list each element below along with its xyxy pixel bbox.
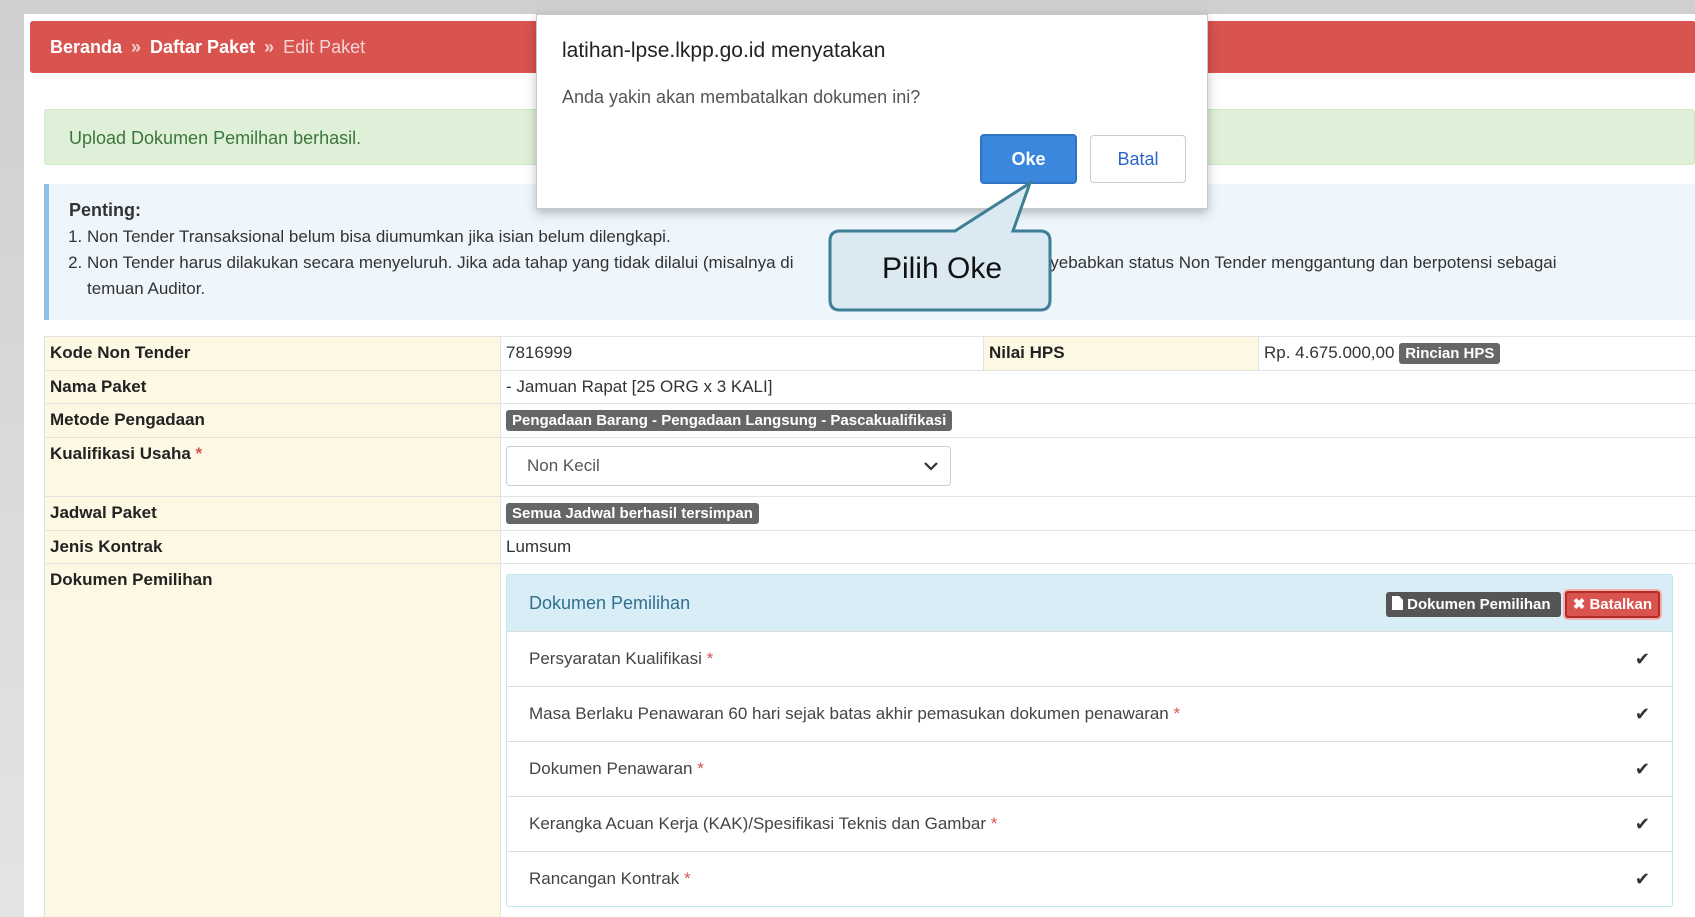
item-label: Kerangka Acuan Kerja (KAK)/Spesifikasi T… — [529, 814, 997, 834]
check-icon: ✔ — [1634, 703, 1650, 724]
required-mark: * — [706, 649, 714, 668]
dokumen-panel: Dokumen Pemilihan Dokumen Pemilihan ✖ Ba… — [506, 574, 1673, 907]
package-table: Kode Non Tender 7816999 Nilai HPS Rp. 4.… — [44, 336, 1695, 917]
batalkan-button[interactable]: ✖ Batalkan — [1564, 590, 1660, 618]
table-row: Metode Pengadaan Pengadaan Barang - Peng… — [44, 403, 1695, 438]
breadcrumb-list[interactable]: Daftar Paket — [150, 37, 255, 58]
dokumen-label: Dokumen Pemilihan — [44, 563, 501, 917]
hps-cell: Rp. 4.675.000,00 Rincian HPS — [1258, 336, 1695, 371]
info-item-2-cont: temuan Auditor. — [87, 279, 206, 298]
required-mark: * — [684, 869, 691, 888]
dialog-title: latihan-lpse.lkpp.go.id menyatakan — [562, 39, 886, 62]
chevron-down-icon — [924, 462, 938, 471]
panel-actions: Dokumen Pemilihan ✖ Batalkan — [1386, 590, 1660, 618]
list-item: Kerangka Acuan Kerja (KAK)/Spesifikasi T… — [507, 796, 1672, 851]
check-icon: ✔ — [1634, 758, 1650, 779]
table-row: Dokumen Pemilihan Dokumen Pemilihan Doku… — [44, 563, 1695, 917]
kualifikasi-select[interactable]: Non Kecil — [506, 446, 951, 486]
dialog-message: Anda yakin akan membatalkan dokumen ini? — [562, 87, 921, 107]
table-row: Kode Non Tender 7816999 Nilai HPS Rp. 4.… — [44, 336, 1695, 371]
metode-badge: Pengadaan Barang - Pengadaan Langsung - … — [506, 410, 953, 431]
table-row: Jenis Kontrak Lumsum — [44, 530, 1695, 564]
hps-label: Nilai HPS — [983, 336, 1259, 371]
check-icon: ✔ — [1634, 813, 1650, 834]
kualifikasi-cell: Non Kecil — [500, 437, 1695, 497]
dokumen-pemilihan-button-label: Dokumen Pemilihan — [1407, 595, 1551, 613]
dokumen-panel-title: Dokumen Pemilihan — [529, 592, 691, 613]
info-item-2-start: Non Tender harus dilakukan secara menyel… — [87, 253, 794, 272]
cancel-button[interactable]: Batal — [1090, 135, 1186, 183]
item-text: Rancangan Kontrak — [529, 869, 680, 888]
metode-cell: Pengadaan Barang - Pengadaan Langsung - … — [500, 403, 1695, 438]
nama-value: - Jamuan Rapat [25 ORG x 3 KALI] — [500, 370, 1695, 404]
ok-button[interactable]: Oke — [980, 134, 1077, 184]
nama-label: Nama Paket — [44, 370, 501, 404]
list-item: Rancangan Kontrak * ✔ — [507, 851, 1672, 906]
breadcrumb-current: Edit Paket — [283, 36, 366, 57]
jadwal-badge[interactable]: Semua Jadwal berhasil tersimpan — [506, 503, 759, 524]
hps-value: Rp. 4.675.000,00 — [1264, 343, 1395, 362]
required-mark: * — [1173, 704, 1181, 723]
item-text: Persyaratan Kualifikasi — [529, 649, 702, 668]
item-label: Rancangan Kontrak * — [529, 869, 691, 889]
callout-text: Pilih Oke — [881, 252, 1003, 285]
dokumen-pemilihan-button[interactable]: Dokumen Pemilihan — [1386, 591, 1561, 617]
kode-value: 7816999 — [500, 336, 984, 371]
kualifikasi-label: Kualifikasi Usaha * — [44, 437, 501, 497]
required-mark: * — [990, 814, 998, 833]
list-item: Persyaratan Kualifikasi * ✔ — [507, 631, 1672, 686]
jenis-value: Lumsum — [500, 530, 1695, 564]
item-text: Kerangka Acuan Kerja (KAK)/Spesifikasi T… — [529, 814, 987, 833]
breadcrumb-separator: » — [131, 36, 142, 57]
rincian-hps-button[interactable]: Rincian HPS — [1399, 343, 1501, 364]
kualifikasi-label-text: Kualifikasi Usaha — [50, 444, 191, 463]
list-item: Masa Berlaku Penawaran 60 hari sejak bat… — [507, 686, 1672, 741]
dokumen-panel-header: Dokumen Pemilihan Dokumen Pemilihan ✖ Ba… — [507, 575, 1672, 631]
confirm-dialog: latihan-lpse.lkpp.go.id menyatakan Anda … — [536, 14, 1208, 209]
item-text: Dokumen Penawaran — [529, 759, 693, 778]
info-item-2-end: an menyebabkan status Non Tender menggan… — [993, 253, 1557, 272]
batalkan-button-label: Batalkan — [1589, 595, 1652, 613]
check-icon: ✔ — [1634, 648, 1650, 669]
close-icon: ✖ — [1572, 595, 1586, 613]
item-text: Masa Berlaku Penawaran 60 hari sejak bat… — [529, 704, 1169, 723]
required-mark: * — [697, 759, 704, 778]
kualifikasi-selected: Non Kecil — [527, 456, 600, 475]
dokumen-cell: Dokumen Pemilihan Dokumen Pemilihan ✖ Ba… — [500, 563, 1695, 917]
info-item-1: Non Tender Transaksional belum bisa dium… — [87, 224, 1675, 250]
item-label: Dokumen Penawaran * — [529, 759, 704, 779]
breadcrumb-separator: » — [264, 36, 275, 57]
check-icon: ✔ — [1634, 868, 1650, 889]
required-mark: * — [195, 444, 203, 463]
breadcrumb-home[interactable]: Beranda — [50, 37, 122, 58]
table-row: Jadwal Paket Semua Jadwal berhasil tersi… — [44, 496, 1695, 531]
metode-label: Metode Pengadaan — [44, 403, 501, 438]
jadwal-cell: Semua Jadwal berhasil tersimpan — [500, 496, 1695, 531]
jenis-label: Jenis Kontrak — [44, 530, 501, 564]
item-label: Masa Berlaku Penawaran 60 hari sejak bat… — [529, 704, 1180, 724]
table-row: Nama Paket - Jamuan Rapat [25 ORG x 3 KA… — [44, 370, 1695, 404]
file-icon — [1392, 595, 1403, 610]
list-item: Dokumen Penawaran * ✔ — [507, 741, 1672, 796]
table-row: Kualifikasi Usaha * Non Kecil — [44, 437, 1695, 497]
item-label: Persyaratan Kualifikasi * — [529, 649, 713, 669]
jadwal-label: Jadwal Paket — [44, 496, 501, 531]
kode-label: Kode Non Tender — [44, 336, 501, 371]
